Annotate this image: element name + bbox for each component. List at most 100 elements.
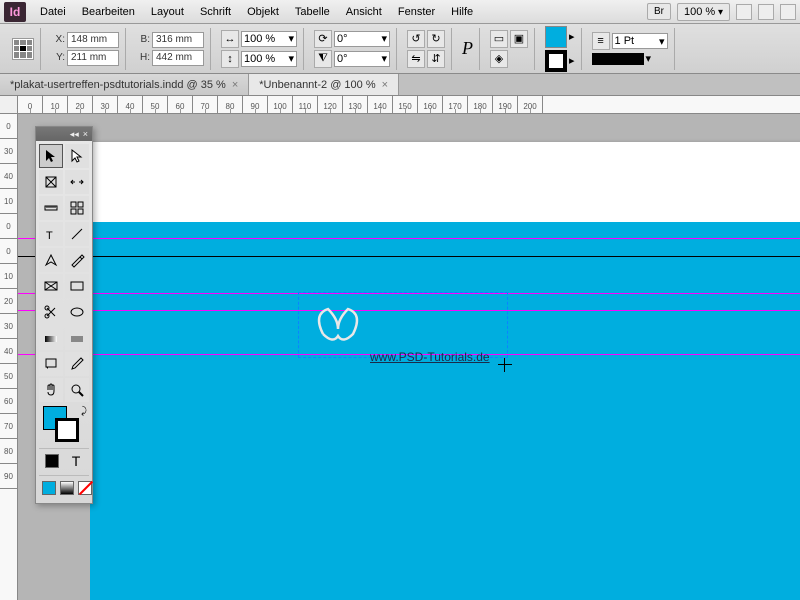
rotate-icon: ⟳	[314, 30, 332, 48]
rotate-ccw-icon[interactable]: ↺	[407, 30, 425, 48]
workspace-switcher-icon[interactable]	[780, 4, 796, 20]
ruler-tick: 30	[93, 96, 118, 113]
menu-ansicht[interactable]: Ansicht	[338, 3, 390, 21]
guide-horizontal[interactable]	[18, 293, 800, 294]
apply-text-icon[interactable]: T	[65, 451, 87, 471]
ruler-tick: 100	[268, 96, 293, 113]
fill-dropdown-icon[interactable]: ▸	[569, 30, 575, 43]
x-input[interactable]	[67, 32, 119, 48]
screen-mode-icon[interactable]	[736, 4, 752, 20]
butterfly-logo[interactable]	[303, 294, 373, 354]
reference-point-selector[interactable]	[12, 38, 34, 60]
rotate-dropdown[interactable]: 0°▾	[334, 31, 390, 47]
y-label: Y:	[51, 52, 65, 63]
document-tab-2[interactable]: *Unbenannt-2 @ 100 %×	[249, 74, 399, 95]
shear-dropdown[interactable]: 0°▾	[334, 51, 390, 67]
scale-x-dropdown[interactable]: 100 %▾	[241, 31, 297, 47]
grid-icon[interactable]	[65, 196, 89, 220]
ruler-tick: 70	[0, 414, 17, 439]
flip-h-icon[interactable]: ⇋	[407, 50, 425, 68]
pen-tool[interactable]	[39, 248, 63, 272]
tab-close-icon[interactable]: ×	[382, 79, 388, 91]
document-tab-1[interactable]: *plakat-usertreffen-psdtutorials.indd @ …	[0, 74, 249, 95]
free-transform-tool[interactable]	[65, 300, 89, 324]
ruler-tick: 60	[0, 389, 17, 414]
pencil-tool[interactable]	[65, 248, 89, 272]
stroke-dropdown-icon[interactable]: ▸	[569, 54, 575, 67]
toolbox-panel[interactable]: ◂◂ × T ⤸ T	[35, 126, 93, 504]
stroke-swatch[interactable]	[545, 50, 567, 72]
cyan-rectangle[interactable]	[90, 222, 800, 600]
document-tab-1-label: *plakat-usertreffen-psdtutorials.indd @ …	[10, 79, 226, 91]
menu-datei[interactable]: Datei	[32, 3, 74, 21]
menu-objekt[interactable]: Objekt	[239, 3, 287, 21]
stroke-color-swatch[interactable]	[55, 418, 79, 442]
ruler-tick: 190	[493, 96, 518, 113]
w-input[interactable]	[152, 32, 204, 48]
ruler-tick: 170	[443, 96, 468, 113]
ruler-tick: 10	[0, 264, 17, 289]
scale-y-dropdown[interactable]: 100 %▾	[241, 51, 297, 67]
p-icon[interactable]: P	[462, 38, 473, 59]
menu-bearbeiten[interactable]: Bearbeiten	[74, 3, 143, 21]
close-icon[interactable]: ×	[83, 129, 88, 139]
y-input[interactable]	[67, 50, 119, 66]
fill-stroke-swatches[interactable]: ⤸	[39, 404, 89, 446]
scissors-tool[interactable]	[39, 300, 63, 324]
menu-schrift[interactable]: Schrift	[192, 3, 239, 21]
vertical-ruler[interactable]: 030401000102030405060708090	[0, 114, 18, 600]
stroke-style-preview[interactable]	[592, 53, 644, 65]
x-label: X:	[51, 34, 65, 45]
menu-fenster[interactable]: Fenster	[390, 3, 443, 21]
wrap-none-icon[interactable]: ▭	[490, 30, 508, 48]
type-tool[interactable]: T	[39, 222, 63, 246]
ruler-tick: 0	[18, 96, 43, 113]
flip-v-icon[interactable]: ⇵	[427, 50, 445, 68]
psd-tutorials-link[interactable]: www.PSD-Tutorials.de	[370, 350, 490, 364]
tab-close-icon[interactable]: ×	[232, 79, 238, 91]
guide-black-horizontal[interactable]	[18, 256, 800, 257]
wrap-around-icon[interactable]: ▣	[510, 30, 528, 48]
line-tool[interactable]	[65, 222, 89, 246]
fill-swatch[interactable]	[545, 26, 567, 48]
stroke-weight-dropdown[interactable]: 1 Pt▾	[612, 33, 668, 49]
direct-selection-tool[interactable]	[65, 144, 89, 168]
measure-icon[interactable]	[39, 196, 63, 220]
guide-horizontal[interactable]	[18, 238, 800, 239]
apply-color-icon[interactable]	[41, 451, 63, 471]
zoom-tool[interactable]	[65, 378, 89, 402]
eyedropper-tool[interactable]	[65, 352, 89, 376]
swap-colors-icon[interactable]: ⤸	[81, 406, 87, 417]
apply-solid-icon[interactable]	[41, 478, 57, 498]
horizontal-ruler[interactable]: 0102030405060708090100110120130140150160…	[18, 96, 800, 114]
color-mode-row	[39, 475, 89, 500]
page-tool[interactable]	[39, 170, 63, 194]
rectangle-tool[interactable]	[65, 274, 89, 298]
h-input[interactable]	[152, 50, 204, 66]
menu-hilfe[interactable]: Hilfe	[443, 3, 481, 21]
apply-gradient-icon[interactable]	[59, 478, 75, 498]
zoom-level-dropdown[interactable]: 100 % ▾	[677, 3, 730, 21]
menu-layout[interactable]: Layout	[143, 3, 192, 21]
wrap-shape-icon[interactable]: ◈	[490, 50, 508, 68]
arrange-documents-icon[interactable]	[758, 4, 774, 20]
flip-group: ↺↻ ⇋⇵	[401, 28, 452, 70]
canvas-area[interactable]: www.PSD-Tutorials.de	[18, 114, 800, 600]
gradient-feather-tool[interactable]	[65, 326, 89, 350]
rotate-cw-icon[interactable]: ↻	[427, 30, 445, 48]
toolbox-header[interactable]: ◂◂ ×	[36, 127, 92, 141]
apply-none-icon[interactable]	[77, 478, 93, 498]
gap-tool[interactable]	[65, 170, 89, 194]
menu-tabelle[interactable]: Tabelle	[287, 3, 338, 21]
ruler-origin-corner[interactable]	[0, 96, 18, 114]
rectangle-frame-tool[interactable]	[39, 274, 63, 298]
fill-stroke-group: ▸ ▸	[539, 28, 582, 70]
ruler-tick: 80	[218, 96, 243, 113]
hand-tool[interactable]	[39, 378, 63, 402]
collapse-icon[interactable]: ◂◂	[70, 129, 79, 140]
bridge-button[interactable]: Br	[647, 3, 671, 20]
guide-horizontal[interactable]	[18, 310, 800, 311]
gradient-swatch-tool[interactable]	[39, 326, 63, 350]
note-tool[interactable]	[39, 352, 63, 376]
selection-tool[interactable]	[39, 144, 63, 168]
